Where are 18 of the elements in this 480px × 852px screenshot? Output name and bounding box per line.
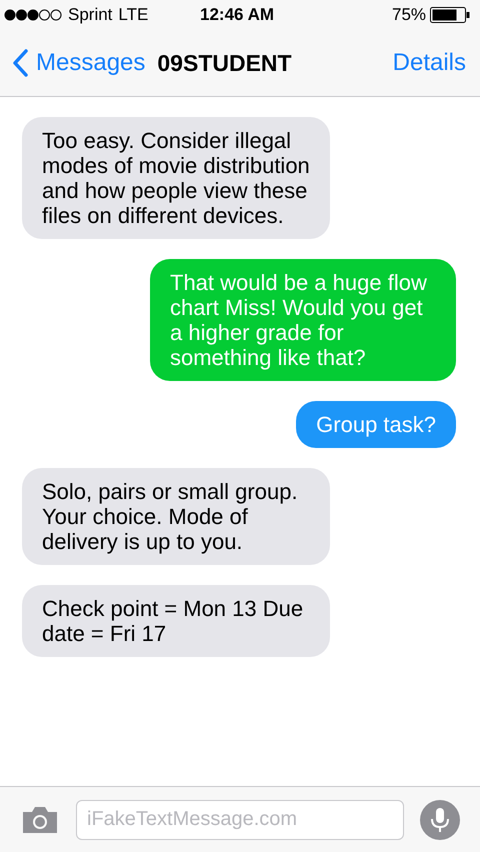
message-bubble: Check point = Mon 13 Due date = Fri 17	[22, 585, 330, 657]
network-type: LTE	[118, 4, 148, 26]
battery-icon	[430, 7, 470, 23]
message-bubble: That would be a huge flow chart Miss! Would you get a higher grade for something like that?	[150, 259, 456, 381]
back-button[interactable]: Messages	[12, 45, 146, 81]
message-bubble: Too easy. Consider illegal modes of movie distribution and how people view these files on different devices.	[22, 117, 330, 239]
message-bubble: Solo, pairs or small group. Your choice. Mode of delivery is up to you.	[22, 468, 330, 565]
signal-icon	[4, 9, 62, 21]
microphone-icon[interactable]	[420, 800, 460, 840]
battery-percentage: 75%	[392, 4, 426, 26]
conversation-title: 09STUDENT	[157, 48, 292, 78]
details-button[interactable]: Details	[392, 45, 468, 81]
chevron-left-icon	[12, 49, 28, 77]
camera-icon[interactable]	[20, 804, 60, 834]
clock: 12:46 AM	[200, 4, 274, 26]
message-bubble: Group task?	[296, 401, 456, 448]
carrier-name: Sprint	[68, 4, 112, 26]
message-input[interactable]: iFakeTextMessage.com	[76, 800, 404, 840]
